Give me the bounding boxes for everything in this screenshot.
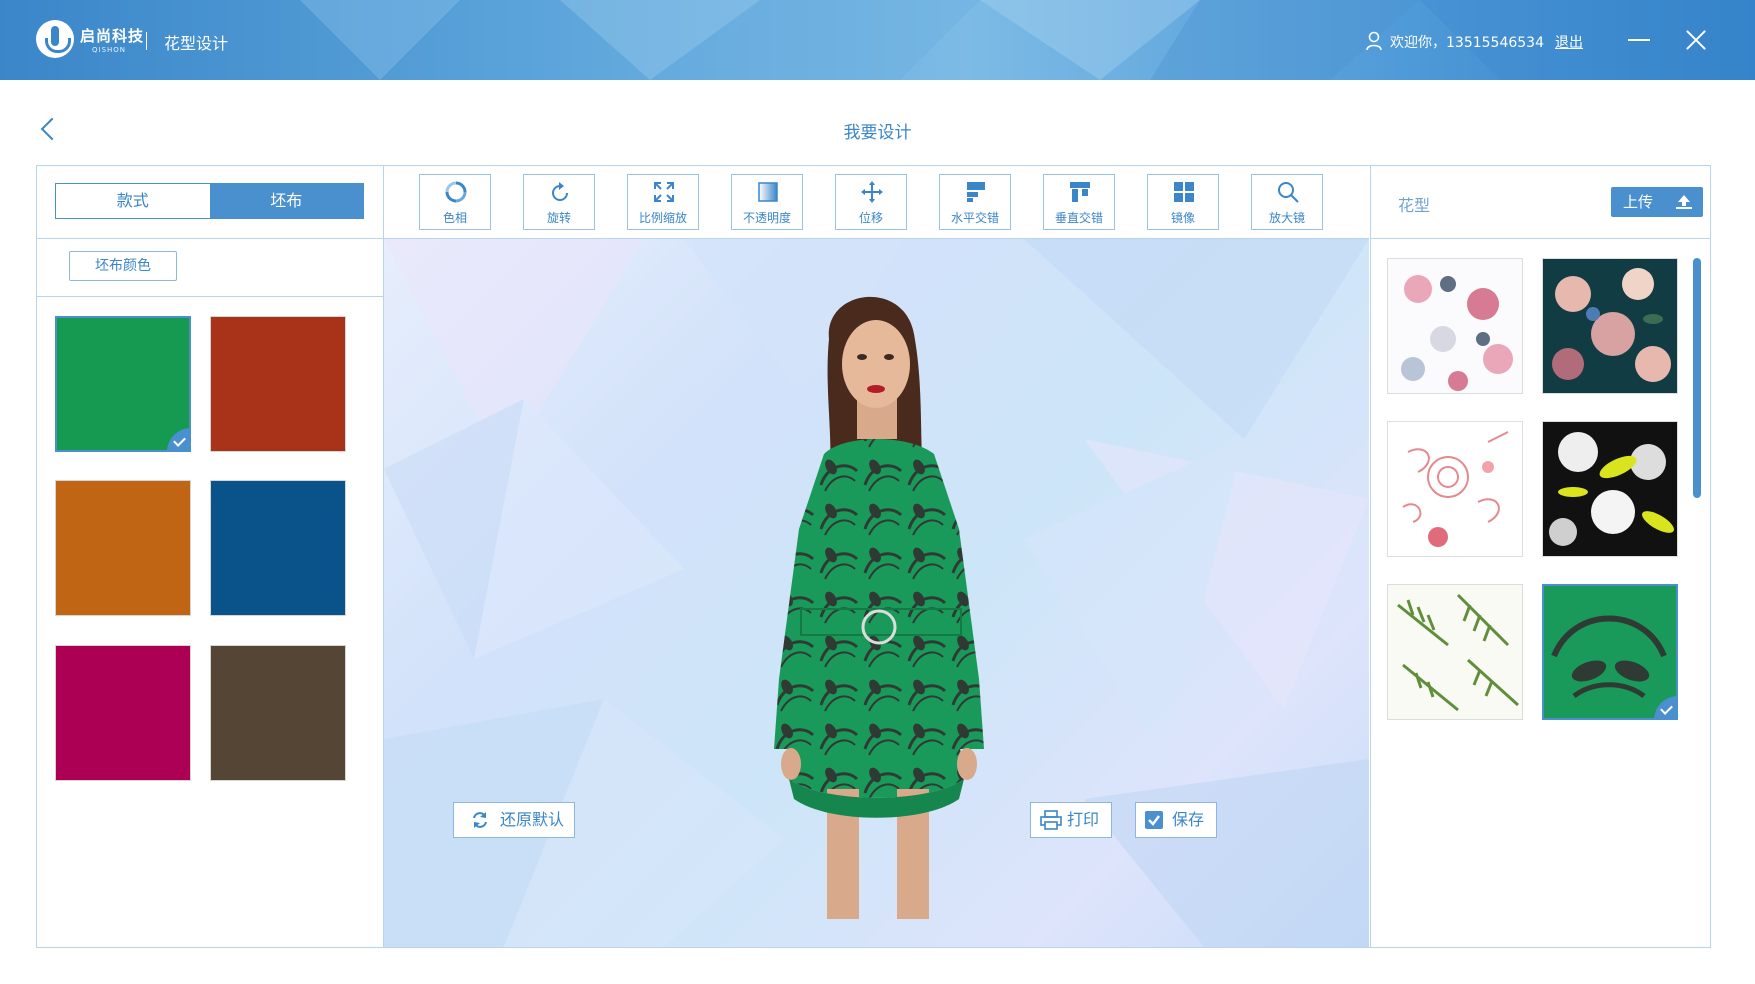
magnifier-tool-button[interactable]: 放大镜 <box>1251 174 1323 230</box>
color-swatch[interactable] <box>210 480 346 616</box>
upload-label: 上传 <box>1623 193 1654 211</box>
horizontal-stagger-tool-button[interactable]: 水平交错 <box>939 174 1011 230</box>
vertical-stagger-icon <box>1070 182 1090 202</box>
scale-icon <box>654 182 674 202</box>
save-label: 保存 <box>1172 810 1205 829</box>
tab-fabric[interactable]: 坯布 <box>209 184 363 218</box>
pattern-header: 花型 上传 <box>1371 166 1711 239</box>
pattern-thumbnail[interactable] <box>1542 584 1678 720</box>
mirror-tool-button[interactable]: 镜像 <box>1147 174 1219 230</box>
design-workspace: 款式 坯布 坯布颜色 色相 旋转 比例缩放 不透明度 位移 水平交错 垂直交错 … <box>36 165 1711 948</box>
brand-name: 启尚科技 <box>80 27 145 45</box>
color-swatch[interactable] <box>210 316 346 452</box>
vertical-stagger-tool-button[interactable]: 垂直交错 <box>1043 174 1115 230</box>
upload-button[interactable]: 上传 <box>1611 187 1703 217</box>
page-title: 我要设计 <box>843 123 912 143</box>
pattern-image <box>1402 431 1509 547</box>
pattern-thumbnail[interactable] <box>1542 258 1678 394</box>
tab-style[interactable]: 款式 <box>56 184 210 218</box>
pattern-thumbnail[interactable] <box>1542 421 1678 557</box>
logout-link[interactable]: 退出 <box>1555 32 1583 52</box>
brand-subtitle: QISHON <box>92 46 127 54</box>
hue-icon <box>445 181 467 203</box>
print-button[interactable]: 打印 <box>1030 802 1112 838</box>
tool-label: 比例缩放 <box>638 211 687 225</box>
model-preview <box>774 296 984 919</box>
color-swatch[interactable] <box>210 645 346 781</box>
app-title: 花型设计 <box>164 34 229 53</box>
move-icon <box>861 181 883 203</box>
magnifier-icon <box>1278 182 1299 203</box>
rotate-icon <box>552 182 568 201</box>
style-fabric-tabs: 款式 坯布 <box>55 183 364 219</box>
rotate-tool-button[interactable]: 旋转 <box>523 174 595 230</box>
pattern-image <box>1552 268 1671 382</box>
move-tool-button[interactable]: 位移 <box>835 174 907 230</box>
user-icon <box>1366 31 1382 51</box>
color-swatch[interactable] <box>55 480 191 616</box>
pattern-thumbnail[interactable] <box>1387 258 1523 394</box>
divider <box>37 296 383 297</box>
right-panel: 花型 上传 <box>1370 166 1711 947</box>
pattern-label: 花型 <box>1398 196 1431 215</box>
qishon-logo <box>36 20 74 58</box>
color-swatch[interactable] <box>55 645 191 781</box>
tool-label: 不透明度 <box>742 211 791 225</box>
save-button[interactable]: 保存 <box>1135 802 1217 838</box>
tool-label: 旋转 <box>546 211 571 225</box>
close-button[interactable] <box>1678 22 1714 58</box>
tool-label: 位移 <box>858 211 883 225</box>
printer-icon <box>1040 810 1062 830</box>
pattern-thumbnail[interactable] <box>1387 421 1523 557</box>
check-icon <box>167 428 191 452</box>
checkbox-checked-icon <box>1145 811 1163 829</box>
title-bar: 启尚科技 QISHON 花型设计 欢迎你，13515546534 退出 <box>0 0 1755 80</box>
opacity-tool-button[interactable]: 不透明度 <box>731 174 803 230</box>
hue-tool-button[interactable]: 色相 <box>419 174 491 230</box>
tool-label: 垂直交错 <box>1054 211 1103 225</box>
minimize-button[interactable] <box>1620 22 1656 58</box>
title-separator <box>146 32 147 50</box>
fabric-color-button[interactable]: 坯布颜色 <box>69 251 177 281</box>
tool-label: 放大镜 <box>1268 211 1305 225</box>
horizontal-stagger-icon <box>967 182 985 202</box>
opacity-icon <box>758 182 778 202</box>
tool-label: 色相 <box>442 211 467 225</box>
pattern-thumbnail[interactable] <box>1387 584 1523 720</box>
pattern-image <box>1551 615 1667 699</box>
color-swatch[interactable] <box>55 316 191 452</box>
tool-label: 镜像 <box>1170 211 1195 225</box>
scale-tool-button[interactable]: 比例缩放 <box>627 174 699 230</box>
design-canvas[interactable]: 还原默认 打印 保存 <box>384 239 1369 947</box>
reset-default-label: 还原默认 <box>500 810 565 829</box>
welcome-text: 欢迎你，13515546534 <box>1390 35 1544 51</box>
pattern-image <box>1401 275 1513 391</box>
print-label: 打印 <box>1067 810 1100 829</box>
pattern-image <box>1549 432 1674 546</box>
divider <box>37 238 383 239</box>
pattern-scrollbar[interactable] <box>1693 258 1701 498</box>
edit-toolbar: 色相 旋转 比例缩放 不透明度 位移 水平交错 垂直交错 镜像 放大镜 <box>384 166 1369 239</box>
reset-default-button[interactable]: 还原默认 <box>453 802 575 838</box>
mirror-icon <box>1174 182 1194 202</box>
tool-label: 水平交错 <box>950 211 999 225</box>
upload-icon <box>1676 195 1692 209</box>
left-panel: 款式 坯布 坯布颜色 <box>37 166 384 947</box>
design-center: 色相 旋转 比例缩放 不透明度 位移 水平交错 垂直交错 镜像 放大镜 还原默认… <box>384 166 1369 947</box>
pattern-image <box>1397 593 1520 712</box>
refresh-icon <box>473 812 487 828</box>
